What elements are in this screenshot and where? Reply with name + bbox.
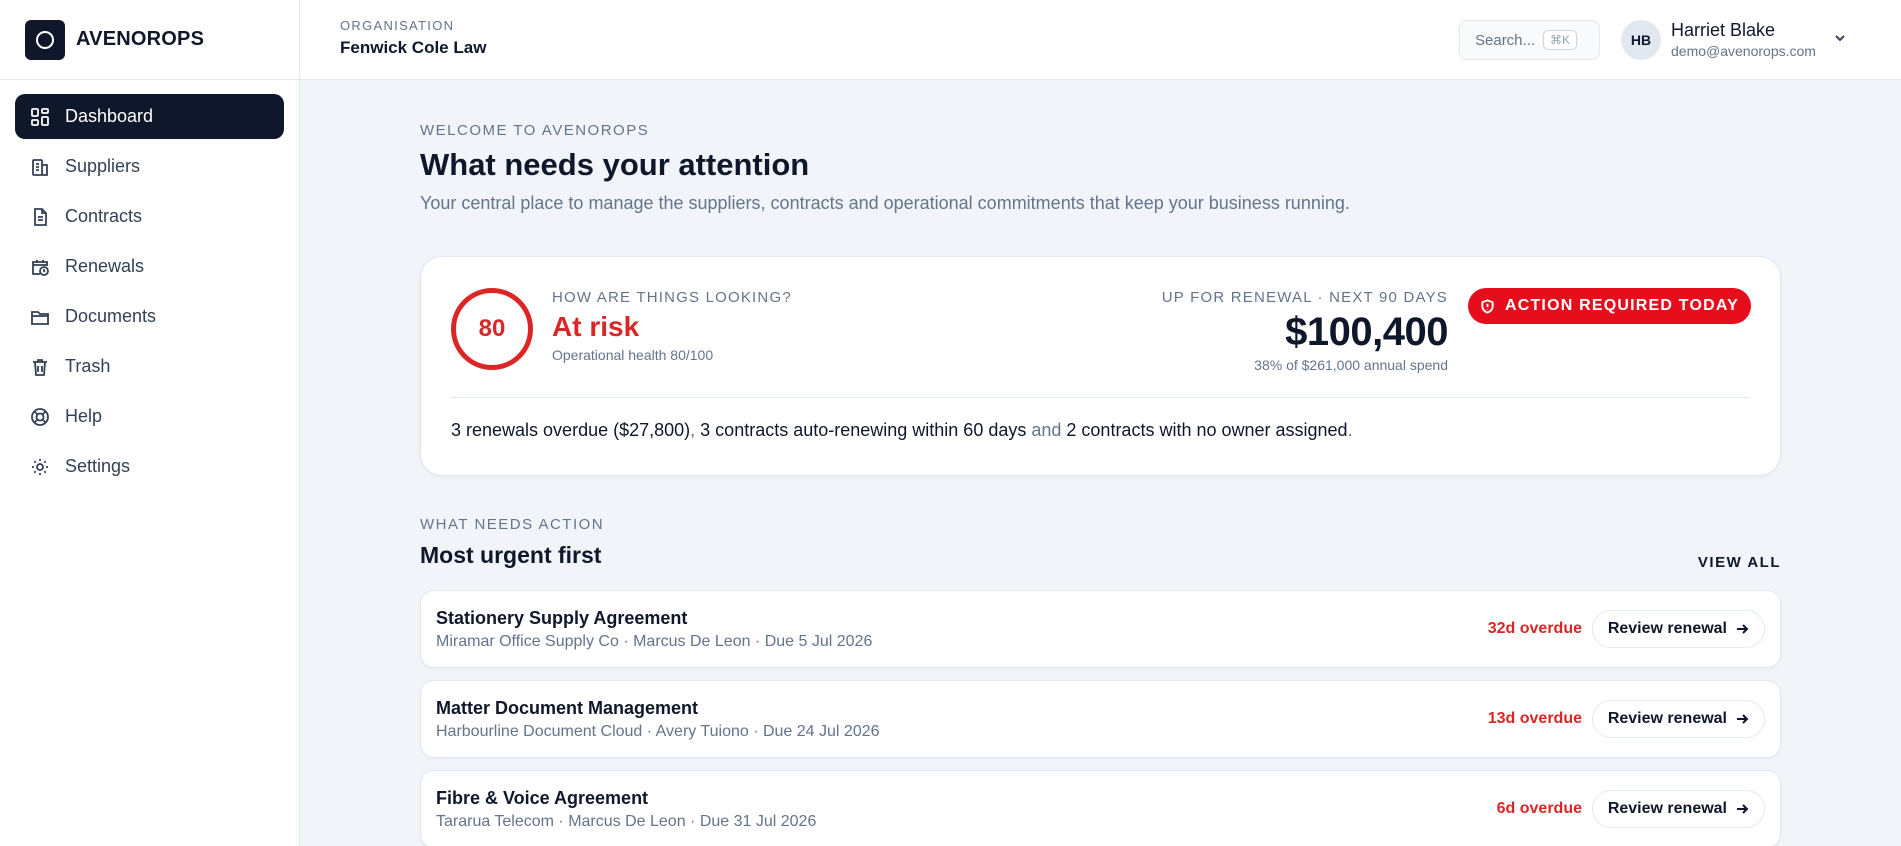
sidebar-item-settings[interactable]: Settings <box>15 444 284 489</box>
folder-icon <box>30 307 50 327</box>
health-card: 80 HOW ARE THINGS LOOKING? At risk Opera… <box>420 256 1781 476</box>
search-shortcut: ⌘K <box>1543 30 1578 50</box>
item-title: Stationery Supply Agreement <box>436 608 688 628</box>
review-renewal-button[interactable]: Review renewal <box>1591 700 1765 738</box>
user-menu[interactable]: Harriet Blake demo@avenorops.com <box>1671 20 1816 59</box>
org-name: Fenwick Cole Law <box>340 38 487 57</box>
auto-renew-summary[interactable]: 3 contracts auto-renewing within 60 days <box>700 420 1026 440</box>
search-placeholder: Search... <box>1475 31 1536 49</box>
welcome-eyebrow: WELCOME TO AVENOROPS <box>420 122 650 139</box>
sidebar-item-label: Documents <box>65 306 157 326</box>
org-switcher[interactable]: ORGANISATION Fenwick Cole Law <box>340 18 486 58</box>
button-label: Review renewal <box>1607 620 1727 637</box>
arrow-right-icon <box>1737 804 1749 814</box>
logo-icon <box>25 19 65 60</box>
dashboard-icon <box>30 107 50 127</box>
overdue-badge: 13d overdue <box>1487 710 1582 727</box>
org-label: ORGANISATION <box>340 18 455 33</box>
sidebar-item-help[interactable]: Help <box>15 394 284 439</box>
overdue-summary[interactable]: 3 renewals overdue ($27,800) <box>451 420 690 440</box>
overdue-badge: 32d overdue <box>1487 620 1582 637</box>
sidebar-item-dashboard[interactable]: Dashboard <box>15 94 284 139</box>
health-score: 80 <box>451 288 533 370</box>
button-label: Review renewal <box>1607 710 1727 727</box>
summary-separator: and <box>1026 420 1067 440</box>
action-list: Stationery Supply Agreement Miramar Offi… <box>420 590 1781 846</box>
gear-icon <box>30 457 50 477</box>
summary-end: . <box>1347 420 1353 440</box>
health-alerts: 3 renewals overdue ($27,800), 3 contract… <box>451 420 1353 441</box>
topbar: ORGANISATION Fenwick Cole Law Search... … <box>300 0 1901 80</box>
sidebar: AVENOROPS Dashboard Suppliers Contracts … <box>0 0 300 846</box>
arrow-right-icon <box>1737 714 1749 724</box>
renewal-subtitle: 38% of $261,000 annual spend <box>1254 357 1448 373</box>
sidebar-nav: Dashboard Suppliers Contracts Renewals D… <box>0 80 299 508</box>
sidebar-item-label: Contracts <box>65 206 143 226</box>
sidebar-item-label: Settings <box>65 456 131 476</box>
health-question: HOW ARE THINGS LOOKING? <box>552 289 792 306</box>
building-icon <box>30 157 50 177</box>
sidebar-item-label: Suppliers <box>65 156 141 176</box>
calendar-clock-icon <box>30 257 50 277</box>
sidebar-item-contracts[interactable]: Contracts <box>15 194 284 239</box>
actions-title: Most urgent first <box>420 542 602 568</box>
view-all-link[interactable]: VIEW ALL <box>1698 554 1781 571</box>
list-item[interactable]: Fibre & Voice Agreement Tararua Telecom … <box>420 770 1781 846</box>
user-email: demo@avenorops.com <box>1671 43 1816 59</box>
arrow-right-icon <box>1737 624 1749 634</box>
sidebar-item-suppliers[interactable]: Suppliers <box>15 144 284 189</box>
page-title: What needs your attention <box>420 147 810 182</box>
page-intro: Your central place to manage the supplie… <box>420 193 1350 213</box>
button-label: Review renewal <box>1607 800 1727 817</box>
renewal-label: UP FOR RENEWAL · NEXT 90 DAYS <box>1161 289 1448 306</box>
trash-icon <box>30 357 50 377</box>
renewal-amount: $100,400 <box>1285 310 1448 354</box>
item-meta: Harbourline Document Cloud · Avery Tuion… <box>436 723 880 740</box>
user-name: Harriet Blake <box>1671 20 1776 40</box>
sidebar-item-label: Trash <box>65 356 111 376</box>
no-owner-summary[interactable]: 2 contracts with no owner assigned <box>1066 420 1347 440</box>
sidebar-item-documents[interactable]: Documents <box>15 294 284 339</box>
health-summary: HOW ARE THINGS LOOKING? At risk Operatio… <box>552 289 792 363</box>
actions-eyebrow: WHAT NEEDS ACTION <box>420 516 605 533</box>
sidebar-item-label: Renewals <box>65 256 145 276</box>
renewal-summary: UP FOR RENEWAL · NEXT 90 DAYS $100,400 3… <box>1161 289 1449 373</box>
review-renewal-button[interactable]: Review renewal <box>1591 610 1765 648</box>
item-title: Matter Document Management <box>436 698 699 718</box>
summary-separator: , <box>690 420 701 440</box>
list-item[interactable]: Stationery Supply Agreement Miramar Offi… <box>420 590 1781 668</box>
document-icon <box>30 207 50 227</box>
actions-section: WHAT NEEDS ACTION Most urgent first VIEW… <box>420 516 1781 571</box>
brand[interactable]: AVENOROPS <box>0 0 299 80</box>
item-title: Fibre & Voice Agreement <box>436 788 649 808</box>
item-meta: Miramar Office Supply Co · Marcus De Leo… <box>436 633 873 650</box>
sidebar-item-trash[interactable]: Trash <box>15 344 284 389</box>
main-content: WELCOME TO AVENOROPS What needs your att… <box>420 80 1781 846</box>
shield-alert-icon <box>1481 298 1494 314</box>
health-subtitle: Operational health 80/100 <box>552 347 714 363</box>
search-input[interactable]: Search... ⌘K <box>1459 20 1600 60</box>
lifebuoy-icon <box>30 407 50 427</box>
brand-name: AVENOROPS <box>76 28 205 50</box>
action-required-badge[interactable]: ACTION REQUIRED TODAY <box>1468 288 1751 324</box>
sidebar-item-label: Dashboard <box>65 106 154 126</box>
list-item[interactable]: Matter Document Management Harbourline D… <box>420 680 1781 758</box>
divider <box>451 397 1750 398</box>
review-renewal-button[interactable]: Review renewal <box>1591 790 1765 828</box>
item-meta: Tararua Telecom · Marcus De Leon · Due 3… <box>436 813 817 830</box>
health-status: At risk <box>552 311 640 342</box>
chevron-down-icon[interactable] <box>1832 30 1848 46</box>
avatar[interactable]: HB <box>1621 20 1661 60</box>
sidebar-item-label: Help <box>65 406 103 426</box>
overdue-badge: 6d overdue <box>1496 800 1582 817</box>
action-badge-label: ACTION REQUIRED TODAY <box>1504 297 1740 314</box>
sidebar-item-renewals[interactable]: Renewals <box>15 244 284 289</box>
